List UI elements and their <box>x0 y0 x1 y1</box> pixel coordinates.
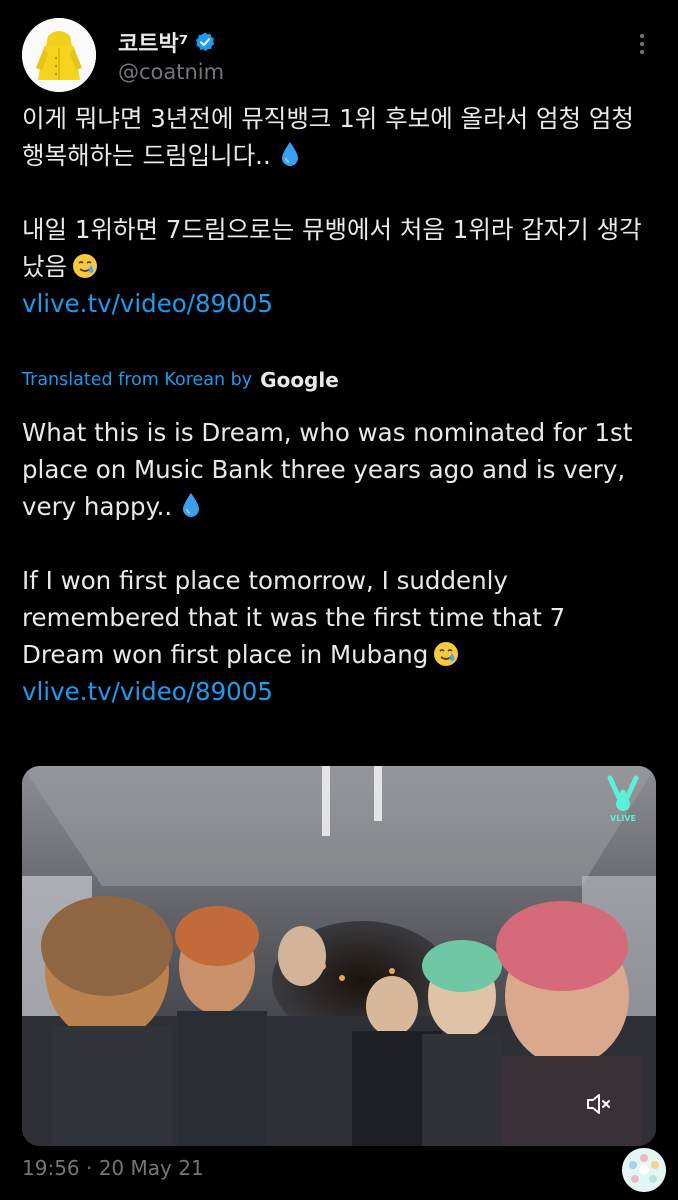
google-wordmark: Google <box>260 368 339 392</box>
vlive-logo-icon: VLIVE <box>604 774 642 824</box>
tweet: 코트박⁷ @coatnim 이게 뭐냐면 3년전에 뮤직뱅크 1위 후보에 올라… <box>0 0 678 1200</box>
video-player[interactable]: VLIVE <box>22 766 656 1146</box>
english-text-2: If I won first place tomorrow, I suddenl… <box>22 566 566 669</box>
video-thumbnail <box>22 766 656 1146</box>
tweet-header: 코트박⁷ @coatnim <box>22 18 656 92</box>
korean-text-1: 이게 뭐냐면 3년전에 뮤직뱅크 1위 후보에 올라서 엄청 엄청 행복해하는 … <box>22 104 634 170</box>
english-text-1: What this is is Dream, who was nominated… <box>22 418 633 521</box>
avatar[interactable] <box>22 18 96 92</box>
tweet-text-korean: 이게 뭐냐면 3년전에 뮤직뱅크 1위 후보에 올라서 엄청 엄청 행복해하는 … <box>22 100 652 322</box>
korean-paragraph-2: 내일 1위하면 7드림으로는 뮤뱅에서 처음 1위라 갑자기 생각났음 <box>22 211 652 285</box>
vlive-logo-text: VLIVE <box>610 814 636 823</box>
korean-video-link[interactable]: vlive.tv/video/89005 <box>22 285 652 322</box>
tweet-text-english: What this is is Dream, who was nominated… <box>22 414 652 710</box>
translation-note: Translated from Korean by <box>22 370 253 390</box>
more-options-button[interactable] <box>630 32 654 56</box>
english-paragraph-2: If I won first place tomorrow, I suddenl… <box>22 562 652 673</box>
yellow-raincoat-icon <box>22 18 96 92</box>
mute-toggle-button[interactable] <box>580 1086 616 1122</box>
korean-paragraph-1: 이게 뭐냐면 3년전에 뮤직뱅크 1위 후보에 올라서 엄청 엄청 행복해하는 … <box>22 100 652 174</box>
floral-avatar-icon <box>622 1148 666 1192</box>
droplet-emoji-icon <box>279 140 301 168</box>
droplet-emoji-icon <box>180 491 202 519</box>
verified-badge-icon <box>194 31 216 53</box>
more-vertical-icon <box>640 34 644 54</box>
handle[interactable]: @coatnim <box>118 60 224 84</box>
korean-text-2: 내일 1위하면 7드림으로는 뮤뱅에서 처음 1위라 갑자기 생각났음 <box>22 215 642 281</box>
english-video-link[interactable]: vlive.tv/video/89005 <box>22 673 652 710</box>
smiling-face-with-tear-emoji-icon <box>71 252 99 280</box>
user-avatar[interactable] <box>622 1148 666 1192</box>
display-name[interactable]: 코트박⁷ <box>118 26 188 58</box>
english-paragraph-1: What this is is Dream, who was nominated… <box>22 414 652 525</box>
smiling-face-with-tear-emoji-icon <box>432 640 460 668</box>
tweet-timestamp[interactable]: 19:56 · 20 May 21 <box>22 1156 204 1180</box>
translation-attribution[interactable]: Translated from Korean by Google <box>22 368 339 392</box>
speaker-muted-icon <box>587 1094 610 1114</box>
display-name-row[interactable]: 코트박⁷ <box>118 26 216 58</box>
